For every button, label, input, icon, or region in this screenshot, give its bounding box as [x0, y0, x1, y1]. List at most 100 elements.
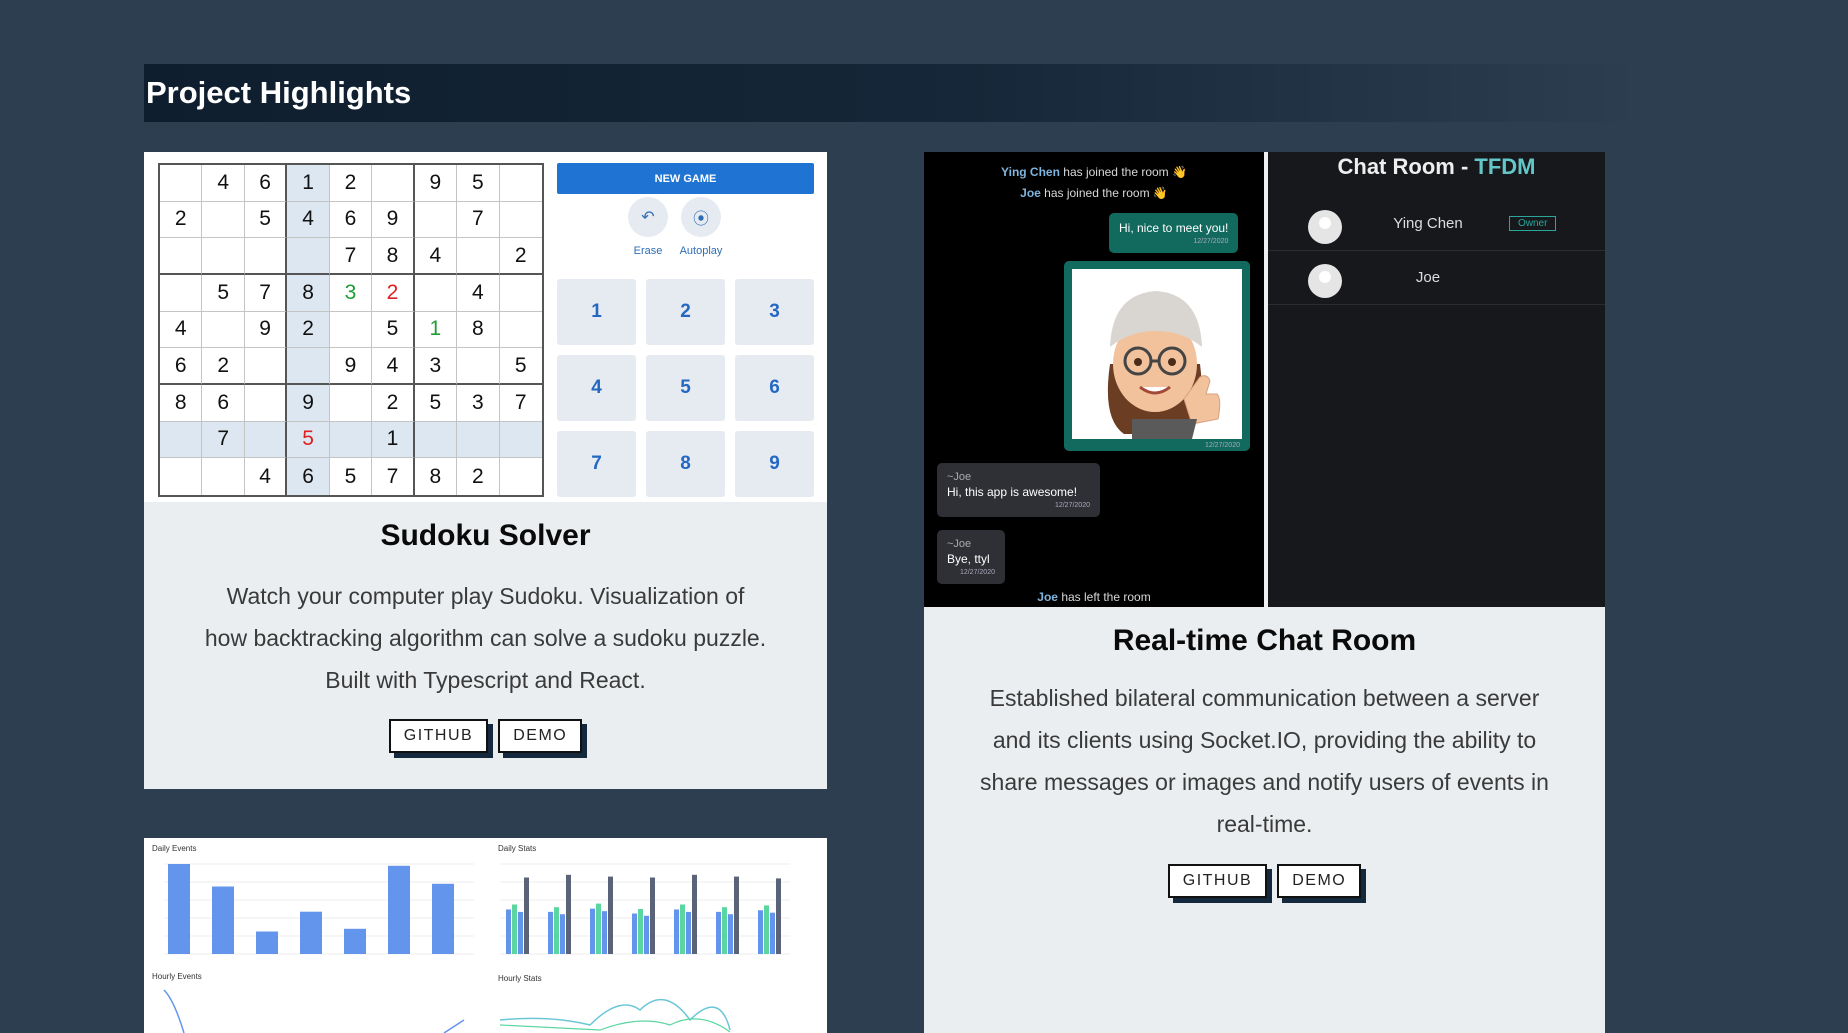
sudoku-cell[interactable]: 4	[202, 165, 245, 202]
autoplay-control[interactable]: ⦿ Autoplay	[676, 197, 726, 257]
sudoku-cell[interactable]: 9	[372, 201, 415, 239]
sudoku-cell[interactable]	[244, 421, 288, 459]
sudoku-cell[interactable]	[160, 458, 203, 495]
numpad-key[interactable]: 7	[557, 431, 636, 497]
sudoku-cell[interactable]: 6	[329, 201, 373, 239]
sudoku-cell[interactable]: 5	[329, 458, 373, 495]
chart-bar	[596, 903, 601, 954]
sudoku-cell[interactable]: 5	[457, 165, 500, 202]
sudoku-cell[interactable]: 5	[244, 201, 288, 239]
sudoku-cell[interactable]: 7	[457, 201, 500, 239]
sudoku-cell[interactable]: 6	[160, 348, 203, 385]
sudoku-cell[interactable]: 5	[202, 275, 245, 312]
sudoku-cell[interactable]: 5	[414, 385, 458, 422]
sudoku-cell[interactable]: 8	[372, 238, 415, 275]
sudoku-cell[interactable]	[372, 165, 415, 202]
sudoku-cell[interactable]	[457, 421, 500, 459]
sudoku-cell[interactable]: 8	[457, 311, 500, 349]
sudoku-cell[interactable]	[160, 165, 203, 202]
sudoku-cell[interactable]: 4	[414, 238, 458, 275]
sudoku-cell[interactable]: 6	[244, 165, 288, 202]
sudoku-cell[interactable]: 7	[244, 275, 288, 312]
sudoku-cell[interactable]: 9	[244, 311, 288, 349]
sudoku-cell[interactable]: 8	[287, 275, 330, 312]
sudoku-cell[interactable]	[329, 385, 373, 422]
sudoku-cell[interactable]	[329, 311, 373, 349]
chart-bar	[716, 911, 721, 954]
erase-control[interactable]: ↶ Erase	[623, 197, 673, 257]
sudoku-cell[interactable]: 7	[202, 421, 245, 459]
sudoku-cell[interactable]: 2	[372, 385, 415, 422]
sudoku-cell[interactable]	[160, 238, 203, 275]
sudoku-cell[interactable]: 4	[287, 201, 330, 239]
sudoku-cell[interactable]: 6	[202, 385, 245, 422]
demo-button[interactable]: DEMO	[498, 719, 583, 753]
sudoku-cell[interactable]: 2	[457, 458, 500, 495]
sudoku-cell[interactable]: 4	[160, 311, 203, 349]
sudoku-cell[interactable]: 2	[372, 275, 415, 312]
sudoku-cell[interactable]: 7	[499, 385, 542, 422]
sudoku-cell[interactable]	[244, 385, 288, 422]
sudoku-cell[interactable]	[499, 458, 542, 495]
sudoku-cell[interactable]	[414, 421, 458, 459]
new-game-button[interactable]: NEW GAME	[557, 163, 814, 194]
sudoku-cell[interactable]: 3	[414, 348, 458, 385]
sudoku-cell[interactable]: 2	[287, 311, 330, 349]
sudoku-cell[interactable]	[244, 238, 288, 275]
numpad-key[interactable]: 1	[557, 279, 636, 345]
sudoku-cell[interactable]	[414, 201, 458, 239]
github-button[interactable]: GITHUB	[388, 719, 489, 753]
sudoku-cell[interactable]	[287, 238, 330, 275]
sudoku-cell[interactable]	[287, 348, 330, 385]
demo-button[interactable]: DEMO	[1277, 864, 1362, 898]
sudoku-cell[interactable]: 1	[372, 421, 415, 459]
sudoku-cell[interactable]: 7	[372, 458, 415, 495]
numpad-key[interactable]: 2	[646, 279, 725, 345]
sudoku-cell[interactable]: 4	[244, 458, 288, 495]
sudoku-cell[interactable]: 5	[499, 348, 542, 385]
sudoku-cell[interactable]: 5	[372, 311, 415, 349]
chart-bar	[644, 915, 649, 954]
sudoku-cell[interactable]: 3	[329, 275, 373, 312]
sudoku-cell[interactable]	[499, 201, 542, 239]
sudoku-cell[interactable]	[499, 421, 542, 459]
sudoku-cell[interactable]	[329, 421, 373, 459]
sudoku-cell[interactable]: 1	[414, 311, 458, 349]
sudoku-cell[interactable]: 9	[414, 165, 458, 202]
sudoku-cell[interactable]	[499, 165, 542, 202]
numpad-key[interactable]: 8	[646, 431, 725, 497]
sudoku-cell[interactable]	[202, 201, 245, 239]
sudoku-cell[interactable]: 2	[499, 238, 542, 275]
sudoku-cell[interactable]	[499, 311, 542, 349]
sudoku-cell[interactable]: 7	[329, 238, 373, 275]
github-button[interactable]: GITHUB	[1167, 864, 1268, 898]
numpad-key[interactable]: 5	[646, 355, 725, 421]
sudoku-cell[interactable]: 5	[287, 421, 330, 459]
numpad-key[interactable]: 3	[735, 279, 814, 345]
sudoku-cell[interactable]: 8	[160, 385, 203, 422]
sudoku-cell[interactable]: 2	[160, 201, 203, 239]
numpad-key[interactable]: 9	[735, 431, 814, 497]
sudoku-cell[interactable]: 4	[457, 275, 500, 312]
sudoku-cell[interactable]	[160, 275, 203, 312]
sudoku-cell[interactable]	[202, 458, 245, 495]
sudoku-cell[interactable]	[202, 238, 245, 275]
sudoku-cell[interactable]	[414, 275, 458, 312]
numpad-key[interactable]: 6	[735, 355, 814, 421]
sudoku-cell[interactable]: 6	[287, 458, 330, 495]
sudoku-cell[interactable]: 3	[457, 385, 500, 422]
sudoku-cell[interactable]: 9	[329, 348, 373, 385]
sudoku-cell[interactable]: 4	[372, 348, 415, 385]
sudoku-cell[interactable]: 2	[329, 165, 373, 202]
sudoku-cell[interactable]: 8	[414, 458, 458, 495]
sudoku-cell[interactable]: 1	[287, 165, 330, 202]
sudoku-cell[interactable]	[457, 348, 500, 385]
sudoku-cell[interactable]: 9	[287, 385, 330, 422]
sudoku-cell[interactable]	[499, 275, 542, 312]
sudoku-cell[interactable]	[244, 348, 288, 385]
sudoku-cell[interactable]	[457, 238, 500, 275]
numpad-key[interactable]: 4	[557, 355, 636, 421]
sudoku-cell[interactable]: 2	[202, 348, 245, 385]
sudoku-cell[interactable]	[202, 311, 245, 349]
sudoku-cell[interactable]	[160, 421, 203, 459]
